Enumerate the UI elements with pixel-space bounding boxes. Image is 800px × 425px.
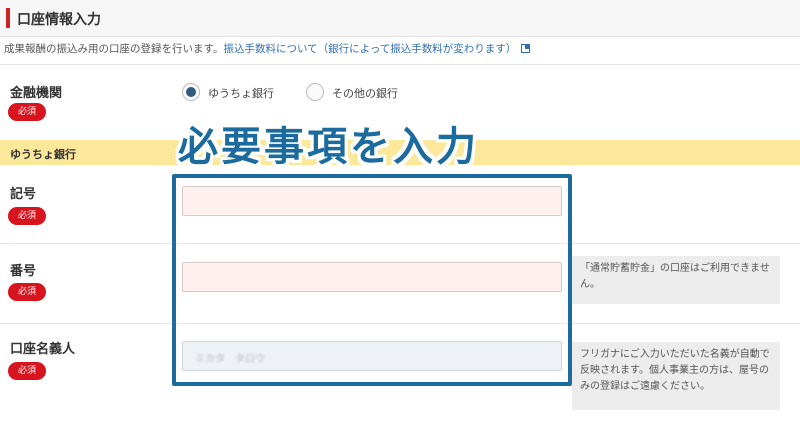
fee-info-link[interactable]: 振込手数料について（銀行によって振込手数料が変わります）	[223, 43, 516, 55]
radio-selected-icon[interactable]	[182, 83, 200, 101]
highlight-frame	[172, 174, 572, 386]
radio-other-label[interactable]: その他の銀行	[332, 85, 398, 101]
number-label: 番号	[10, 264, 37, 279]
section-header: 口座情報入力	[0, 0, 800, 37]
required-badge: 必須	[8, 103, 46, 121]
section-accent-bar	[6, 8, 10, 28]
holder-note: フリガナにご入力いただいた名義が自動で反映されます。個人事業主の方は、屋号のみの…	[572, 342, 780, 410]
radio-unselected-icon[interactable]	[306, 83, 324, 101]
required-badge: 必須	[8, 207, 46, 225]
callout-text: 必要事項を入力	[178, 124, 479, 170]
divider	[0, 64, 800, 65]
number-note: 「通常貯蓄貯金」の口座はご利用できません。	[572, 256, 780, 304]
section-title: 口座情報入力	[17, 12, 101, 28]
bank-label: 金融機関	[10, 86, 63, 101]
description-text: 成果報酬の振込み用の口座の登録を行います。	[4, 43, 224, 55]
required-badge: 必須	[8, 362, 46, 380]
radio-yucho-label[interactable]: ゆうちょ銀行	[208, 85, 274, 101]
symbol-label: 記号	[10, 187, 37, 202]
description: 成果報酬の振込み用の口座の登録を行います。振込手数料について（銀行によって振込手…	[4, 41, 531, 56]
subsection-title: ゆうちょ銀行	[10, 148, 76, 161]
external-link-icon[interactable]	[521, 44, 531, 53]
required-badge: 必須	[8, 283, 46, 301]
holder-label: 口座名義人	[10, 342, 76, 357]
